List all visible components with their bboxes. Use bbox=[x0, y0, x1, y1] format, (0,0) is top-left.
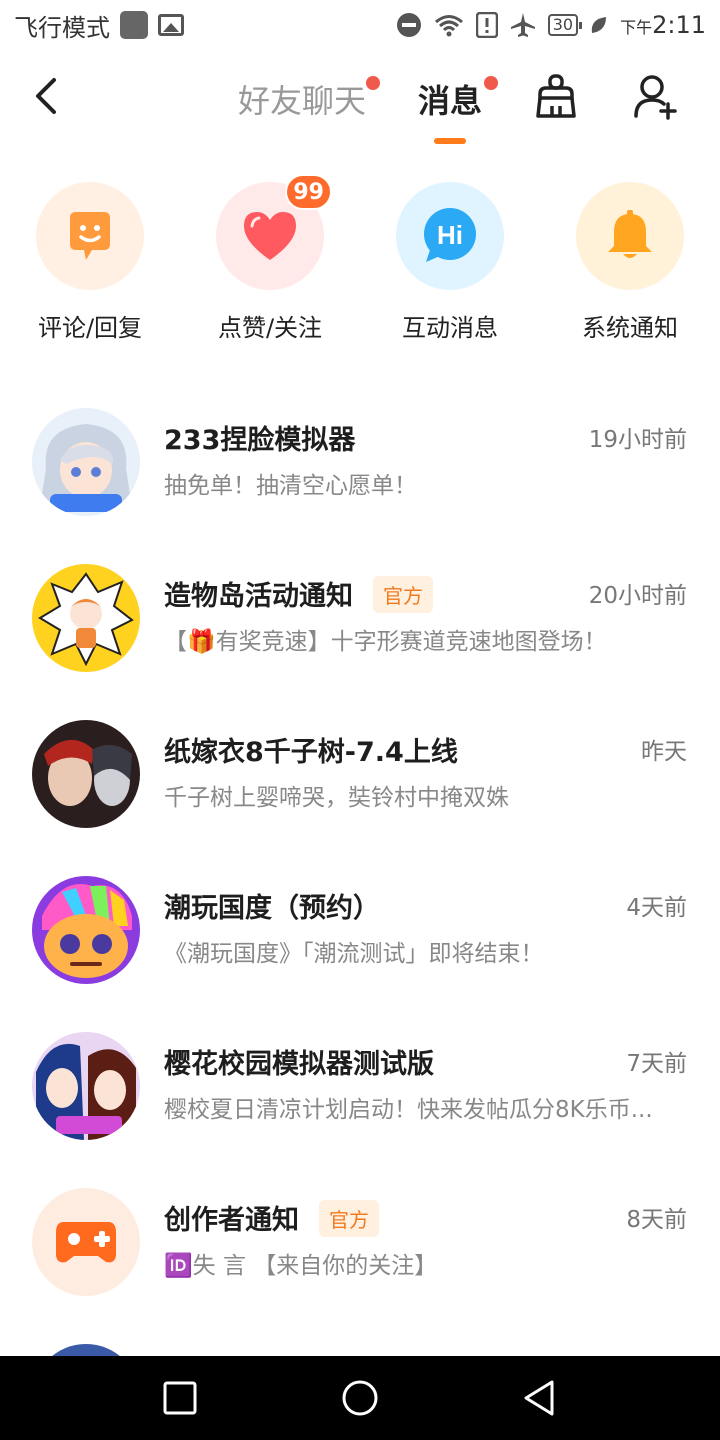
shortcut-system-notifications[interactable]: 系统通知 bbox=[540, 182, 720, 343]
back-nav-button[interactable] bbox=[520, 1378, 560, 1418]
shortcut-label: 点赞/关注 bbox=[217, 314, 323, 342]
shortcut-likes-follows[interactable]: 99 点赞/关注 bbox=[180, 174, 360, 343]
message-title: 造物岛活动通知 官方 bbox=[164, 574, 433, 613]
message-time: 8天前 bbox=[626, 1207, 687, 1233]
bell-icon bbox=[608, 210, 652, 258]
tab-friend-chat[interactable]: 好友聊天 bbox=[238, 76, 381, 122]
active-tab-indicator bbox=[434, 138, 466, 144]
tab-friend-chat-label: 好友聊天 bbox=[238, 82, 367, 120]
avatar bbox=[32, 720, 140, 828]
do-not-disturb-icon bbox=[396, 13, 421, 37]
official-tag: 官方 bbox=[373, 576, 433, 613]
message-category-shortcuts: 评论/回复 99 点赞/关注 Hi 互动消息 系统通知 bbox=[0, 174, 720, 352]
list-item[interactable]: 创作者通知 官方 8天前 🆔失 言 【来自你的关注】 bbox=[0, 1158, 720, 1314]
bell-icon-circle bbox=[576, 182, 684, 290]
hi-bubble-text: Hi bbox=[437, 220, 463, 250]
status-bar: 飞行模式 30 下午2:11 bbox=[0, 0, 720, 50]
home-button[interactable] bbox=[340, 1378, 380, 1418]
avatar bbox=[32, 1188, 140, 1296]
comment-icon-circle bbox=[36, 182, 144, 290]
airplane-icon bbox=[510, 13, 535, 37]
message-title: 233捏脸模拟器 bbox=[164, 418, 355, 457]
message-preview: 抽免单！抽清空心愿单！ bbox=[164, 473, 417, 499]
unread-dot bbox=[366, 76, 381, 90]
message-title: 纸嫁衣8千子树-7.4上线 bbox=[164, 730, 458, 769]
heart-icon-circle: 99 bbox=[216, 174, 332, 290]
avatar bbox=[32, 564, 140, 672]
list-item[interactable]: 樱花校园模拟器测试版 7天前 樱校夏日清凉计划启动！快来发帖瓜分8K乐币... bbox=[0, 1002, 720, 1158]
shortcut-label: 系统通知 bbox=[582, 314, 678, 342]
list-item[interactable]: 纸嫁衣8千子树-7.4上线 昨天 千子树上婴啼哭，奘铃村中掩双姝 bbox=[0, 690, 720, 846]
title-text: 纸嫁衣8千子树-7.4上线 bbox=[164, 737, 458, 768]
message-time: 19小时前 bbox=[588, 427, 687, 453]
message-time: 20小时前 bbox=[588, 583, 687, 609]
message-time: 7天前 bbox=[626, 1051, 687, 1077]
shortcut-label: 评论/回复 bbox=[37, 314, 143, 342]
list-item[interactable]: 造物岛活动通知 官方 20小时前 【🎁有奖竞速】十字形赛道竞速地图登场！ bbox=[0, 534, 720, 690]
back-button[interactable] bbox=[28, 74, 68, 118]
shortcut-label: 互动消息 bbox=[402, 314, 498, 342]
battery-icon: 30 bbox=[547, 14, 583, 36]
official-tag: 官方 bbox=[319, 1200, 379, 1237]
title-text: 233捏脸模拟器 bbox=[164, 425, 356, 456]
tab-messages-label: 消息 bbox=[418, 82, 483, 120]
avatar bbox=[32, 876, 140, 984]
add-friend-icon[interactable] bbox=[632, 72, 680, 120]
clear-unread-broom-icon[interactable] bbox=[532, 72, 580, 120]
id-badge-icon: 🆔 bbox=[164, 1253, 193, 1279]
list-item[interactable]: 潮玩国度（预约） 4天前 《潮玩国度》「潮流测试」即将结束！ bbox=[0, 846, 720, 1002]
title-text: 创作者通知 bbox=[164, 1205, 299, 1236]
message-preview: 千子树上婴啼哭，奘铃村中掩双姝 bbox=[164, 785, 509, 811]
tab-messages[interactable]: 消息 bbox=[418, 76, 499, 122]
message-preview: 🆔失 言 【来自你的关注】 bbox=[164, 1246, 684, 1280]
message-time: 昨天 bbox=[641, 739, 687, 765]
list-item[interactable]: 233捏脸模拟器 19小时前 抽免单！抽清空心愿单！ bbox=[0, 378, 720, 534]
heart-icon bbox=[244, 212, 296, 260]
message-preview: 樱校夏日清凉计划启动！快来发帖瓜分8K乐币... bbox=[164, 1097, 653, 1123]
time-period: 下午 bbox=[620, 18, 653, 37]
message-preview: 《潮玩国度》「潮流测试」即将结束！ bbox=[164, 941, 544, 967]
alert-icon bbox=[475, 12, 498, 38]
message-preview-text: 失 言 【来自你的关注】 bbox=[192, 1253, 438, 1279]
message-time: 4天前 bbox=[626, 895, 687, 921]
message-title: 潮玩国度（预约） bbox=[164, 886, 380, 925]
unread-count-badge: 99 bbox=[285, 174, 332, 210]
hi-icon-circle: Hi bbox=[396, 182, 504, 290]
message-title: 创作者通知 官方 bbox=[164, 1198, 379, 1237]
wifi-icon bbox=[434, 15, 463, 37]
title-text: 潮玩国度（预约） bbox=[164, 893, 380, 924]
title-text: 樱花校园模拟器测试版 bbox=[164, 1049, 434, 1080]
clock: 2:11 bbox=[652, 11, 706, 39]
image-notification-icon bbox=[158, 14, 184, 36]
recent-apps-button[interactable] bbox=[160, 1378, 200, 1418]
system-navigation-bar bbox=[0, 1356, 720, 1440]
message-preview: 【🎁有奖竞速】十字形赛道竞速地图登场！ bbox=[164, 629, 607, 655]
leaf-icon bbox=[591, 17, 607, 33]
shortcut-interactions[interactable]: Hi 互动消息 bbox=[360, 182, 540, 343]
battery-level: 30 bbox=[552, 15, 574, 34]
comment-icon bbox=[70, 212, 110, 260]
avatar bbox=[32, 1032, 140, 1140]
hi-bubble-icon: Hi bbox=[424, 208, 476, 262]
message-title: 樱花校园模拟器测试版 bbox=[164, 1042, 434, 1081]
shortcut-comments-replies[interactable]: 评论/回复 bbox=[0, 182, 180, 343]
gamepad-icon bbox=[56, 1222, 116, 1263]
title-text: 造物岛活动通知 bbox=[164, 581, 353, 612]
app-notification-icon bbox=[120, 11, 148, 39]
avatar bbox=[32, 408, 140, 516]
airplane-mode-label: 飞行模式 bbox=[14, 13, 110, 42]
unread-dot bbox=[484, 76, 499, 90]
header: 好友聊天 消息 bbox=[0, 60, 720, 150]
